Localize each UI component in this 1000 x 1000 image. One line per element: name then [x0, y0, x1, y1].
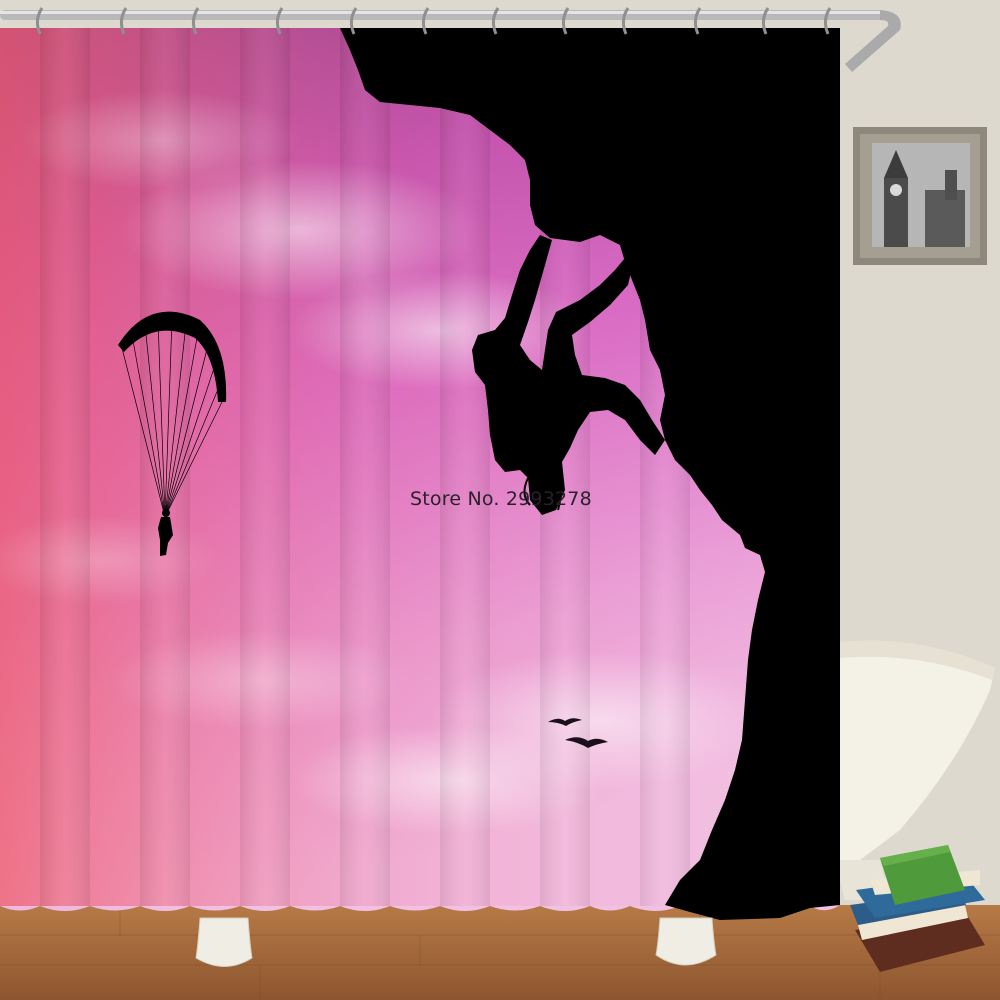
picture-frame-icon [853, 127, 987, 265]
store-watermark: Store No. 2993278 [410, 488, 592, 510]
wooden-floor [0, 905, 1000, 1000]
